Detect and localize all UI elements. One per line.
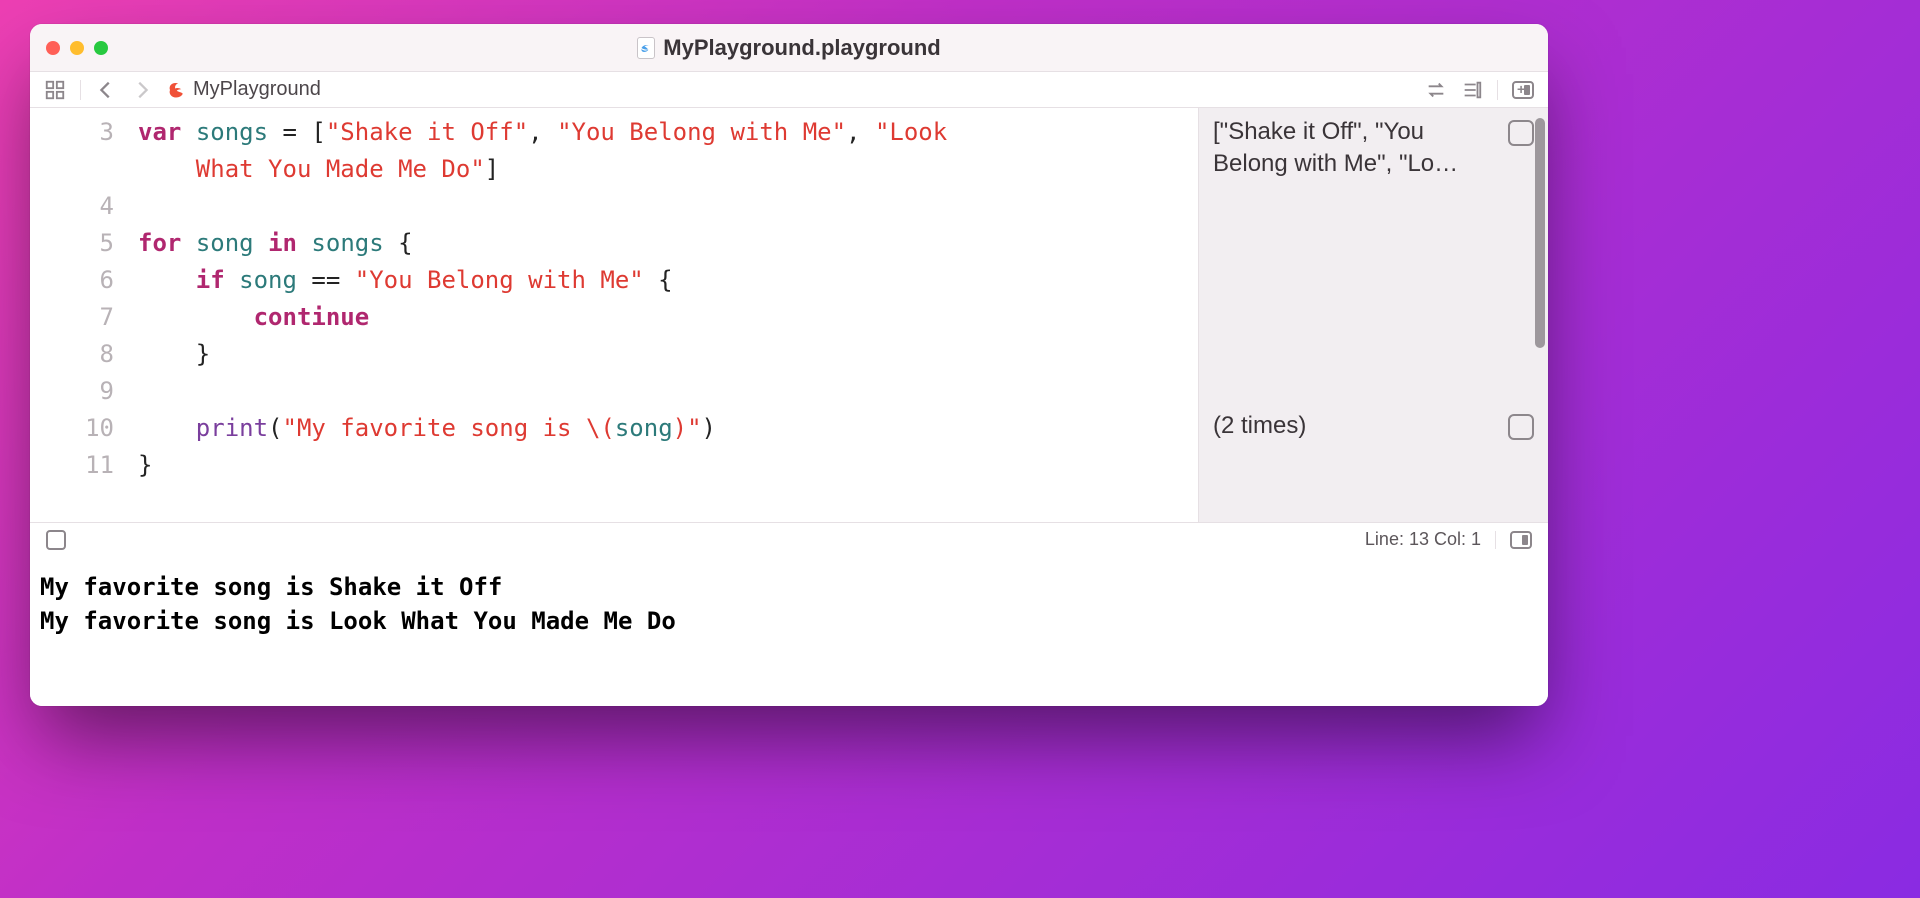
nav-back-icon[interactable] bbox=[95, 79, 117, 101]
code-content[interactable]: var songs = ["Shake it Off", "You Belong… bbox=[130, 108, 1198, 522]
cursor-position: Line: 13 Col: 1 bbox=[1365, 529, 1481, 550]
window-title-text: MyPlayground.playground bbox=[663, 35, 940, 61]
quicklook-icon[interactable] bbox=[1508, 120, 1534, 146]
result-row: (2 times) bbox=[1213, 410, 1534, 442]
add-editor-icon[interactable] bbox=[1512, 81, 1534, 99]
minimize-window-button[interactable] bbox=[70, 41, 84, 55]
navigation-toolbar: MyPlayground bbox=[30, 72, 1548, 108]
result-value: (2 times) bbox=[1213, 410, 1498, 442]
swift-icon bbox=[167, 81, 185, 99]
window-title: MyPlayground.playground bbox=[30, 35, 1548, 61]
toolbar-separator bbox=[80, 80, 81, 100]
source-editor[interactable]: 3 4567891011 var songs = ["Shake it Off"… bbox=[30, 108, 1198, 522]
result-value: ["Shake it Off", "You Belong with Me", "… bbox=[1213, 116, 1498, 180]
quicklook-icon[interactable] bbox=[1508, 414, 1534, 440]
adjust-editor-icon[interactable] bbox=[1461, 79, 1483, 101]
line-gutter: 3 4567891011 bbox=[30, 108, 130, 522]
window-controls bbox=[46, 41, 108, 55]
debug-status-bar: Line: 13 Col: 1 bbox=[30, 522, 1548, 556]
toggle-debug-panel-icon[interactable] bbox=[1510, 531, 1532, 549]
editor-area: 3 4567891011 var songs = ["Shake it Off"… bbox=[30, 108, 1548, 522]
nav-forward-icon[interactable] bbox=[131, 79, 153, 101]
console-output[interactable]: My favorite song is Shake it Off My favo… bbox=[30, 556, 1548, 706]
scrollbar-thumb[interactable] bbox=[1535, 118, 1545, 348]
related-items-icon[interactable] bbox=[44, 79, 66, 101]
breakpoint-toggle-icon[interactable] bbox=[46, 530, 66, 550]
toolbar-separator bbox=[1495, 531, 1496, 549]
result-row: ["Shake it Off", "You Belong with Me", "… bbox=[1213, 116, 1534, 180]
breadcrumb-file: MyPlayground bbox=[193, 78, 321, 101]
xcode-window: MyPlayground.playground MyPlayground bbox=[30, 24, 1548, 706]
titlebar: MyPlayground.playground bbox=[30, 24, 1548, 72]
zoom-window-button[interactable] bbox=[94, 41, 108, 55]
toolbar-separator bbox=[1497, 80, 1498, 100]
swap-icon[interactable] bbox=[1425, 79, 1447, 101]
close-window-button[interactable] bbox=[46, 41, 60, 55]
results-sidebar: ["Shake it Off", "You Belong with Me", "… bbox=[1198, 108, 1548, 522]
breadcrumb[interactable]: MyPlayground bbox=[167, 78, 321, 101]
swift-file-icon bbox=[637, 37, 655, 59]
